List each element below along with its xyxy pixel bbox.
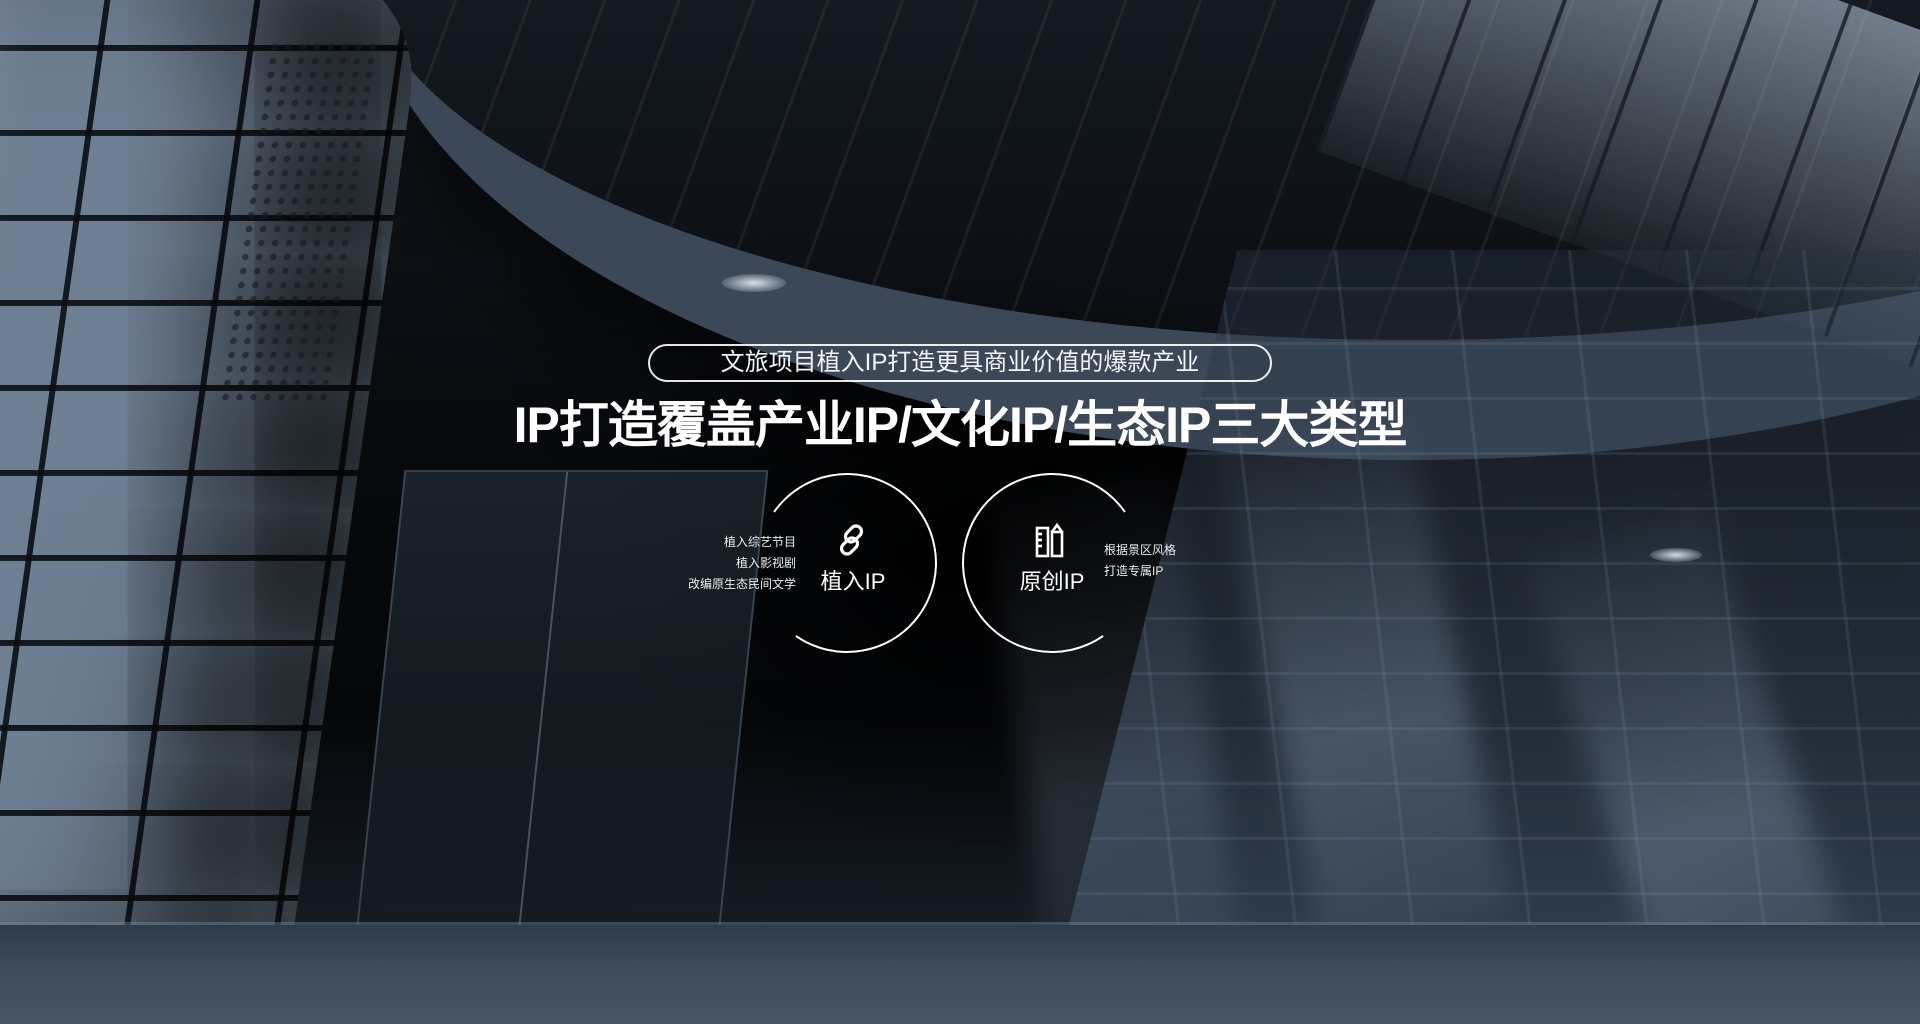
page-title: IP打造覆盖产业IP/文化IP/生态IP三大类型: [513, 397, 1408, 453]
detail-item: 打造专属IP: [1104, 564, 1164, 578]
detail-item: 改编原生态民间文学: [687, 577, 796, 591]
implant-ip-details: 植入综艺节目 植入影视剧 改编原生态民间文学: [640, 532, 796, 595]
hero-banner: 文旅项目植入IP打造更具商业价值的爆款产业 IP打造覆盖产业IP/文化IP/生态…: [0, 0, 1920, 1024]
detail-item: 植入影视剧: [735, 556, 796, 570]
tagline-pill: 文旅项目植入IP打造更具商业价值的爆款产业: [648, 344, 1272, 382]
original-ip-details: 根据景区风格 打造专属IP: [1104, 540, 1244, 582]
ruler-pencil-icon: [1035, 522, 1064, 558]
original-ip-label: 原创IP: [1019, 569, 1085, 594]
implant-ip-label: 植入IP: [820, 569, 886, 594]
banner-content: 文旅项目植入IP打造更具商业价值的爆款产业 IP打造覆盖产业IP/文化IP/生态…: [0, 0, 1920, 1024]
link-icon: [839, 524, 864, 556]
detail-item: 植入综艺节目: [723, 535, 796, 549]
detail-item: 根据景区风格: [1104, 543, 1177, 557]
